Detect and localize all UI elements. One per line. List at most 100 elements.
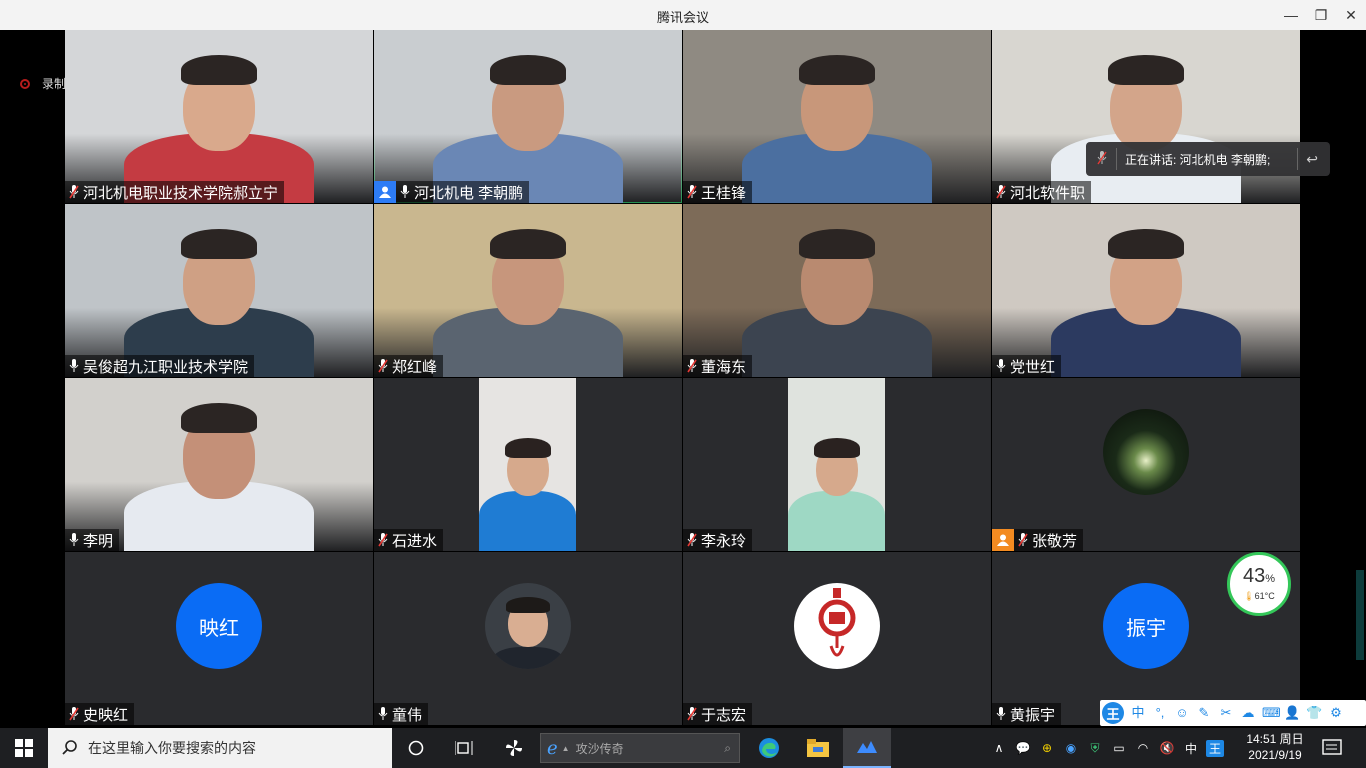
participant-name: 董海东 (701, 358, 747, 376)
side-scrollbar[interactable] (1356, 570, 1364, 660)
chevron-up-icon[interactable]: ∧ (990, 741, 1008, 755)
participant-tile[interactable]: 党世红 (992, 204, 1300, 377)
participant-name: 李明 (83, 532, 114, 550)
participant-name: 史映红 (83, 706, 129, 724)
participant-video (65, 204, 373, 377)
participant-tile[interactable]: 河北软件职 (992, 30, 1300, 203)
participant-name: 河北机电 李朝鹏 (414, 184, 524, 202)
wifi-icon[interactable]: ◠ (1134, 741, 1152, 755)
pinwheel-app-icon[interactable] (490, 728, 538, 768)
participant-video (65, 30, 373, 203)
search-icon (62, 739, 78, 758)
edge-browser-icon[interactable] (745, 728, 793, 768)
participant-tile[interactable]: 董海东 (683, 204, 991, 377)
ime-logo[interactable]: 王 (1102, 702, 1124, 724)
video-grid: 河北机电职业技术学院郝立宁 河北机电 李朝鹏 王桂锋 河北软件职吴俊超九江职业技术学院… (65, 30, 1300, 726)
restore-button[interactable]: ❐ (1306, 0, 1336, 30)
battery-icon[interactable]: ▭ (1110, 741, 1128, 755)
participant-tile[interactable]: 郑红峰 (374, 204, 682, 377)
scissors-icon[interactable]: ✂ (1218, 705, 1234, 721)
pen-icon[interactable]: ✎ (1196, 705, 1212, 721)
participant-avatar (485, 583, 571, 669)
participant-name-bar: 河北软件职 (992, 181, 1092, 203)
plus-circle-icon[interactable]: ⊕ (1038, 741, 1056, 755)
meeting-stage: 录制中 河北机电职业技术学院郝立宁 河北机电 李朝鹏 王桂锋 河北软件职 吴俊超九江职业… (0, 30, 1366, 728)
mic-muted-icon (1016, 529, 1030, 551)
shirt-icon[interactable]: 👕 (1306, 705, 1322, 721)
participant-name-bar: 河北机电职业技术学院郝立宁 (65, 181, 285, 203)
language-indicator[interactable]: 中 (1182, 740, 1200, 757)
participant-tile[interactable]: 映红 史映红 (65, 552, 373, 725)
cloud-icon[interactable]: ☁ (1240, 705, 1256, 721)
settings-icon[interactable]: ⚙ (1328, 705, 1344, 721)
chinese-knot-logo-icon (794, 583, 880, 669)
participant-video (374, 30, 682, 203)
participant-name-bar: 李永玲 (683, 529, 753, 551)
participant-name-bar: 王桂锋 (683, 181, 753, 203)
participant-name-bar: 于志宏 (683, 703, 753, 725)
minimize-button[interactable]: — (1276, 0, 1306, 30)
clock[interactable]: 14:51 周日 2021/9/19 (1240, 731, 1310, 763)
participant-avatar (1103, 409, 1189, 495)
keyboard-icon[interactable]: ⌨ (1262, 705, 1281, 721)
ime-mode[interactable]: 中 (1130, 705, 1146, 721)
ie-search-box[interactable]: ℯ ▲ 攻沙传奇 ⌕ (540, 733, 740, 763)
clock-time: 14:51 周日 (1246, 732, 1304, 746)
close-button[interactable]: ✕ (1336, 0, 1366, 30)
user-icon[interactable]: 👤 (1284, 705, 1300, 721)
mic-muted-icon (994, 181, 1008, 203)
participant-name: 河北机电职业技术学院郝立宁 (83, 184, 279, 202)
participant-tile[interactable]: 王桂锋 (683, 30, 991, 203)
shield-icon[interactable]: ⛨ (1086, 741, 1104, 756)
participant-tile[interactable]: 河北机电职业技术学院郝立宁 (65, 30, 373, 203)
ie-search-text: 攻沙传奇 (575, 741, 624, 756)
emoji-icon[interactable]: ☺ (1174, 705, 1190, 721)
notification-center-icon[interactable] (1322, 738, 1342, 758)
participant-name-bar: 吴俊超九江职业技术学院 (65, 355, 255, 377)
task-view-icon[interactable] (440, 728, 488, 768)
browser-tray-icon[interactable]: ◉ (1062, 741, 1080, 755)
participant-video (479, 378, 576, 551)
user-badge-icon (374, 181, 396, 203)
participant-video (683, 204, 991, 377)
cortana-icon[interactable] (392, 728, 440, 768)
start-button[interactable] (0, 728, 48, 768)
participant-tile[interactable]: 童伟 (374, 552, 682, 725)
mic-muted-icon (685, 529, 699, 551)
participant-tile[interactable]: 于志宏 (683, 552, 991, 725)
participant-tile[interactable]: 河北机电 李朝鹏 (374, 30, 682, 203)
reply-icon[interactable]: ↩ (1306, 151, 1318, 168)
participant-tile[interactable]: 吴俊超九江职业技术学院 (65, 204, 373, 377)
participant-video (683, 30, 991, 203)
participant-name-bar: 李明 (65, 529, 120, 551)
taskbar-search[interactable]: 在这里输入你要搜索的内容 (48, 728, 392, 768)
participant-name: 郑红峰 (392, 358, 438, 376)
participant-tile[interactable]: 张敬芳 (992, 378, 1300, 551)
participant-name-bar: 黄振宇 (992, 703, 1062, 725)
participant-tile[interactable]: 李明 (65, 378, 373, 551)
windows-logo-icon (15, 739, 33, 757)
mic-muted-icon (67, 703, 81, 725)
speaking-text: 正在讲话: 河北机电 李朝鹏; (1125, 152, 1271, 167)
participant-name: 于志宏 (701, 706, 747, 724)
chat-icon[interactable]: 💬 (1014, 741, 1032, 755)
speaking-indicator: 正在讲话: 河北机电 李朝鹏; ↩ (1086, 142, 1330, 176)
mic-icon (398, 181, 412, 203)
punctuation-icon[interactable]: °, (1152, 705, 1168, 721)
participant-video (992, 204, 1300, 377)
participant-name-bar: 董海东 (683, 355, 753, 377)
participant-tile[interactable]: 李永玲 (683, 378, 991, 551)
mic-muted-icon (376, 529, 390, 551)
volume-muted-icon[interactable]: 🔇 (1158, 741, 1176, 755)
cpu-temp-widget[interactable]: 43% 🌡61°C (1227, 552, 1291, 616)
ime-tray-icon[interactable]: 王 (1206, 739, 1224, 757)
participant-tile[interactable]: 石进水 (374, 378, 682, 551)
ime-toolbar: 王 中 °, ☺ ✎ ✂ ☁ ⌨ 👤 👕 ⚙ (1100, 700, 1366, 726)
participant-name-bar: 史映红 (65, 703, 135, 725)
tencent-meeting-taskbar-icon[interactable] (843, 728, 891, 768)
participant-name-bar: 党世红 (992, 355, 1062, 377)
participant-name: 河北软件职 (1010, 184, 1086, 202)
mic-icon (994, 355, 1008, 377)
participant-name-bar: 童伟 (374, 703, 429, 725)
file-explorer-icon[interactable] (794, 728, 842, 768)
